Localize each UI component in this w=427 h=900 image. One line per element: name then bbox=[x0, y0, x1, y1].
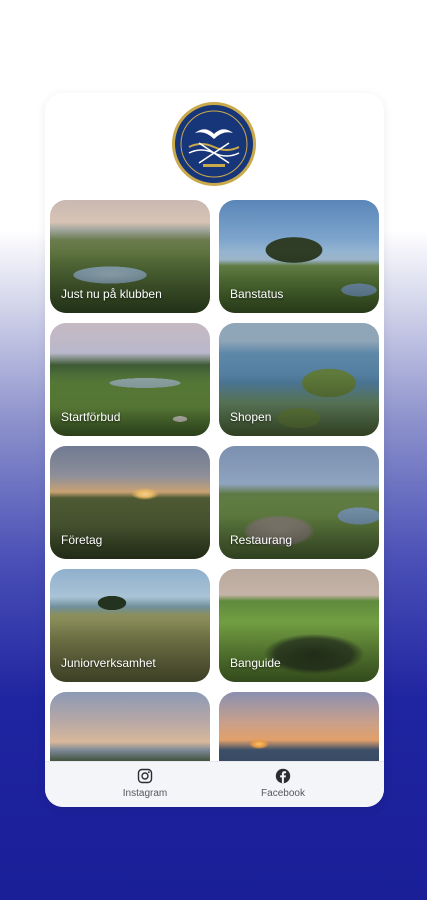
instagram-link[interactable]: Instagram bbox=[90, 768, 200, 804]
tile-restaurang[interactable]: Restaurang bbox=[219, 446, 379, 559]
app-card: Just nu på klubben Banstatus Startförbud… bbox=[45, 93, 384, 807]
tile-label: Juniorverksamhet bbox=[61, 656, 156, 670]
tile-label: Banstatus bbox=[230, 287, 284, 301]
tile-label: Företag bbox=[61, 533, 103, 547]
tile-shopen[interactable]: Shopen bbox=[219, 323, 379, 436]
tile-image bbox=[50, 692, 210, 761]
club-logo-icon bbox=[180, 110, 248, 178]
tile-label: Restaurang bbox=[230, 533, 293, 547]
tile-banstatus[interactable]: Banstatus bbox=[219, 200, 379, 313]
tile-foretag[interactable]: Företag bbox=[50, 446, 210, 559]
tile-banguide[interactable]: Banguide bbox=[219, 569, 379, 682]
instagram-icon bbox=[137, 768, 153, 784]
tile-startforbud[interactable]: Startförbud bbox=[50, 323, 210, 436]
club-logo bbox=[172, 102, 256, 186]
facebook-icon bbox=[275, 768, 291, 784]
tile-image bbox=[219, 692, 379, 761]
tile-sunset-pier[interactable] bbox=[219, 692, 379, 761]
tile-label: Shopen bbox=[230, 410, 272, 424]
facebook-link[interactable]: Facebook bbox=[228, 768, 338, 804]
tile-just-nu-pa-klubben[interactable]: Just nu på klubben bbox=[50, 200, 210, 313]
tile-juniorverksamhet[interactable]: Juniorverksamhet bbox=[50, 569, 210, 682]
tile-label: Banguide bbox=[230, 656, 281, 670]
tile-sunset-shore[interactable] bbox=[50, 692, 210, 761]
tile-label: Just nu på klubben bbox=[61, 287, 162, 301]
bottom-nav: Instagram Facebook bbox=[45, 761, 384, 807]
instagram-label: Instagram bbox=[122, 788, 168, 799]
facebook-label: Facebook bbox=[261, 788, 305, 799]
tile-grid: Just nu på klubben Banstatus Startförbud… bbox=[45, 93, 384, 761]
tile-label: Startförbud bbox=[61, 410, 121, 424]
